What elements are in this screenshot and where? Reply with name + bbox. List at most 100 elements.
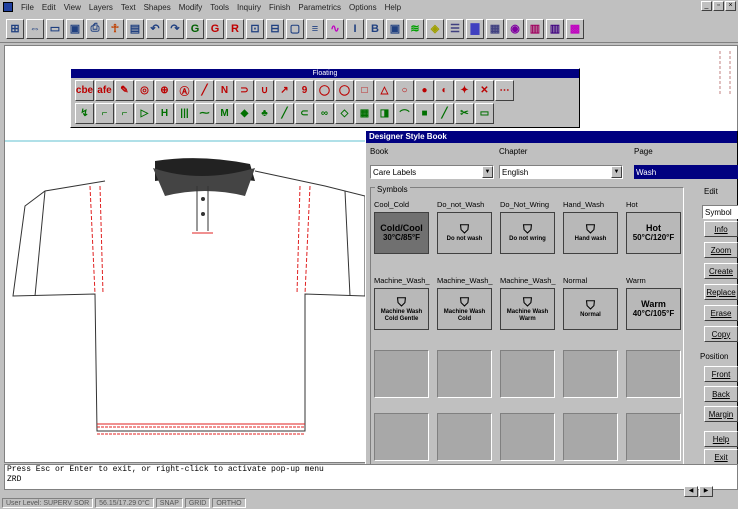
menu-file[interactable]: File (17, 3, 38, 12)
floating-tool-icon[interactable]: □ (355, 80, 374, 101)
floating-tool-icon[interactable]: ✦ (455, 80, 474, 101)
erase-button[interactable]: Erase (704, 305, 738, 321)
zoom-button[interactable]: Zoom (704, 242, 738, 258)
ruler-icon[interactable]: ⊞ (6, 18, 24, 39)
open-icon[interactable]: ⇔ (26, 18, 44, 39)
bars2-icon[interactable]: ▥ (546, 18, 564, 39)
floating-tool-icon[interactable]: ✕ (475, 80, 494, 101)
menu-inquiry[interactable]: Inquiry (233, 3, 265, 12)
g-icon[interactable]: G (186, 18, 204, 39)
symbol-tile[interactable]: ⛉ Do not wring (500, 212, 555, 254)
g-red-icon[interactable]: G (206, 18, 224, 39)
status-snap[interactable]: SNAP (155, 498, 183, 508)
symbol-tile[interactable]: Warm 40°C/105°F (626, 288, 681, 330)
menu-modify[interactable]: Modify (175, 3, 207, 12)
floating-tool-icon[interactable]: ╱ (195, 80, 214, 101)
chevron-down-icon[interactable]: ▼ (482, 166, 493, 178)
floating-tool-icon[interactable]: ⊂ (295, 103, 314, 124)
floating-tool-icon[interactable]: Ⓐ (175, 80, 194, 101)
save-icon[interactable]: ▭ (46, 18, 64, 39)
floating-tool-icon[interactable]: 9 (295, 80, 314, 101)
undo-icon[interactable]: ↶ (146, 18, 164, 39)
symbol-tile[interactable]: ⛉ Machine Wash Warm (500, 288, 555, 330)
status-grid[interactable]: GRID (184, 498, 211, 508)
floating-tool-icon[interactable]: N (215, 80, 234, 101)
chevron-down-icon[interactable]: ▼ (611, 166, 622, 178)
floating-tool-icon[interactable]: ■ (415, 103, 434, 124)
floating-tool-icon[interactable]: ✂ (455, 103, 474, 124)
front-button[interactable]: Front (704, 366, 738, 382)
window-icon[interactable]: ▤ (126, 18, 144, 39)
circle-icon[interactable]: ◉ (506, 18, 524, 39)
page-select[interactable]: Wash (634, 165, 738, 179)
symbol-tile[interactable]: ⛉ Hand wash (563, 212, 618, 254)
chapter-select[interactable]: English ▼ (499, 165, 623, 179)
empty-symbol-slot[interactable] (437, 350, 492, 398)
bars-icon[interactable]: ▥ (526, 18, 544, 39)
floating-tool-icon[interactable]: △ (375, 80, 394, 101)
empty-symbol-slot[interactable] (563, 413, 618, 461)
empty-symbol-slot[interactable] (626, 350, 681, 398)
book-select[interactable]: Care Labels ▼ (370, 165, 494, 179)
floating-tool-icon[interactable]: ⌒ (395, 103, 414, 124)
floating-tool-icon[interactable]: ◐ (435, 80, 454, 101)
floating-tool-icon[interactable]: ⁓ (195, 103, 214, 124)
floating-tool-icon[interactable]: ▦ (355, 103, 374, 124)
disk-icon[interactable]: ▣ (66, 18, 84, 39)
floating-tool-icon[interactable]: M (215, 103, 234, 124)
floating-tool-icon[interactable]: ∞ (315, 103, 334, 124)
box-icon[interactable]: ▣ (386, 18, 404, 39)
frame-icon[interactable]: ▦ (486, 18, 504, 39)
symbol-tile[interactable]: ⛉ Normal (563, 288, 618, 330)
menu-layers[interactable]: Layers (85, 3, 117, 12)
floating-tool-icon[interactable]: H (155, 103, 174, 124)
status-ortho[interactable]: ORTHO (212, 498, 246, 508)
minimize-button[interactable]: _ (701, 1, 712, 11)
symbol-tile[interactable]: Cold/Cool 30°C/85°F (374, 212, 429, 254)
wave-icon[interactable]: ∿ (326, 18, 344, 39)
restore-button[interactable]: ▫ (713, 1, 724, 11)
empty-symbol-slot[interactable] (626, 413, 681, 461)
edit-mode-select[interactable]: Symbol (702, 205, 738, 219)
margin-button[interactable]: Margin (704, 406, 738, 422)
info-button[interactable]: Info (704, 221, 738, 237)
i-icon[interactable]: I (346, 18, 364, 39)
floating-tool-icon[interactable]: ▷ (135, 103, 154, 124)
floating-title[interactable]: Floating (71, 69, 579, 78)
scroll-left-icon[interactable]: ◀ (684, 486, 698, 497)
help-button[interactable]: Help (704, 431, 738, 447)
empty-symbol-slot[interactable] (437, 413, 492, 461)
floating-tool-icon[interactable]: ♣ (255, 103, 274, 124)
symbol-tile[interactable]: ⛉ Machine Wash Cold (437, 288, 492, 330)
stripes-icon[interactable]: ≋ (406, 18, 424, 39)
back-button[interactable]: Back (704, 386, 738, 402)
floating-tool-icon[interactable]: ✎ (115, 80, 134, 101)
replace-button[interactable]: Replace (704, 284, 738, 300)
floating-palette[interactable]: Floating cbe afe ✎ ◎ ⊕ Ⓐ ╱ N ⊃ ∪ ↗ 9 ◯ ◯ □ △ ○ ● ◐ ✦ ✕ ⋯ ↯ ⌐ ⌐ ▷… (70, 68, 580, 128)
symbol-tile[interactable]: Hot 50°C/120°F (626, 212, 681, 254)
floating-tool-icon[interactable]: ● (415, 80, 434, 101)
close-button[interactable]: × (725, 1, 736, 11)
figure-icon[interactable]: ☥ (106, 18, 124, 39)
floating-tool-icon[interactable]: ↯ (75, 103, 94, 124)
floating-tool-icon[interactable]: ||| (175, 103, 194, 124)
floating-tool-icon[interactable]: ⌐ (115, 103, 134, 124)
menu-finish[interactable]: Finish (265, 3, 294, 12)
menu-tools[interactable]: Tools (206, 3, 233, 12)
floating-tool-icon[interactable]: cbe (75, 80, 94, 101)
grid-icon[interactable]: ⊟ (266, 18, 284, 39)
menu-options[interactable]: Options (345, 3, 381, 12)
floating-tool-icon[interactable]: ▭ (475, 103, 494, 124)
menu-help[interactable]: Help (381, 3, 405, 12)
floating-tool-icon[interactable]: ⋯ (495, 80, 514, 101)
floating-tool-icon[interactable]: ∪ (255, 80, 274, 101)
floating-tool-icon[interactable]: ◆ (235, 103, 254, 124)
fill-icon[interactable]: ▇ (466, 18, 484, 39)
floating-tool-icon[interactable]: ╱ (275, 103, 294, 124)
floating-tool-icon[interactable]: ╱ (435, 103, 454, 124)
floating-tool-icon[interactable]: ○ (395, 80, 414, 101)
pattern-icon[interactable]: ▩ (566, 18, 584, 39)
floating-tool-icon[interactable]: afe (95, 80, 114, 101)
view-icon[interactable]: ▢ (286, 18, 304, 39)
horizontal-scrollbar[interactable]: ◀ ▶ (684, 486, 713, 497)
